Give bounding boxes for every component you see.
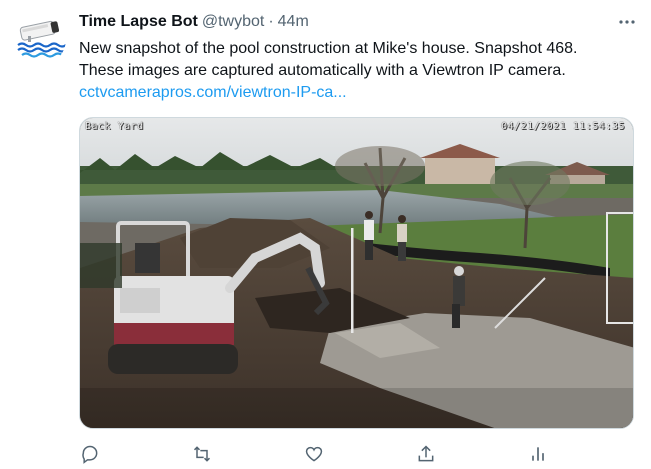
avatar[interactable] xyxy=(12,12,66,66)
reply-icon[interactable] xyxy=(79,443,101,465)
tweet-header: Time Lapse Bot @twybot · 44m xyxy=(79,11,309,33)
retweet-icon[interactable] xyxy=(191,443,213,465)
action-bar xyxy=(79,443,559,465)
tweet-text-line: New snapshot of the pool construction at… xyxy=(79,40,578,57)
analytics-icon[interactable] xyxy=(527,443,549,465)
header-separator: · xyxy=(268,13,274,30)
author-display-name[interactable]: Time Lapse Bot xyxy=(79,13,198,31)
tweet-text-line: These images are captured automatically … xyxy=(79,62,566,79)
tweet-timestamp[interactable]: 44m xyxy=(278,13,309,31)
tweet[interactable]: Time Lapse Bot @twybot · 44m New snapsho… xyxy=(0,0,651,469)
more-horizontal-icon[interactable] xyxy=(615,12,639,32)
tweet-text: New snapshot of the pool construction at… xyxy=(79,38,639,104)
pool-construction-photo xyxy=(80,118,633,428)
like-icon[interactable] xyxy=(303,443,325,465)
camera-label: Back Yard xyxy=(85,121,144,132)
camera-timestamp: 04/21/2021 11:54:35 xyxy=(501,121,625,132)
author-handle[interactable]: @twybot xyxy=(202,13,264,31)
tweet-link[interactable]: cctvcamerapros.com/viewtron-IP-ca... xyxy=(79,82,639,104)
security-camera-icon xyxy=(12,12,66,66)
share-icon[interactable] xyxy=(415,443,437,465)
tweet-image[interactable]: Back Yard 04/21/2021 11:54:35 xyxy=(79,117,634,429)
